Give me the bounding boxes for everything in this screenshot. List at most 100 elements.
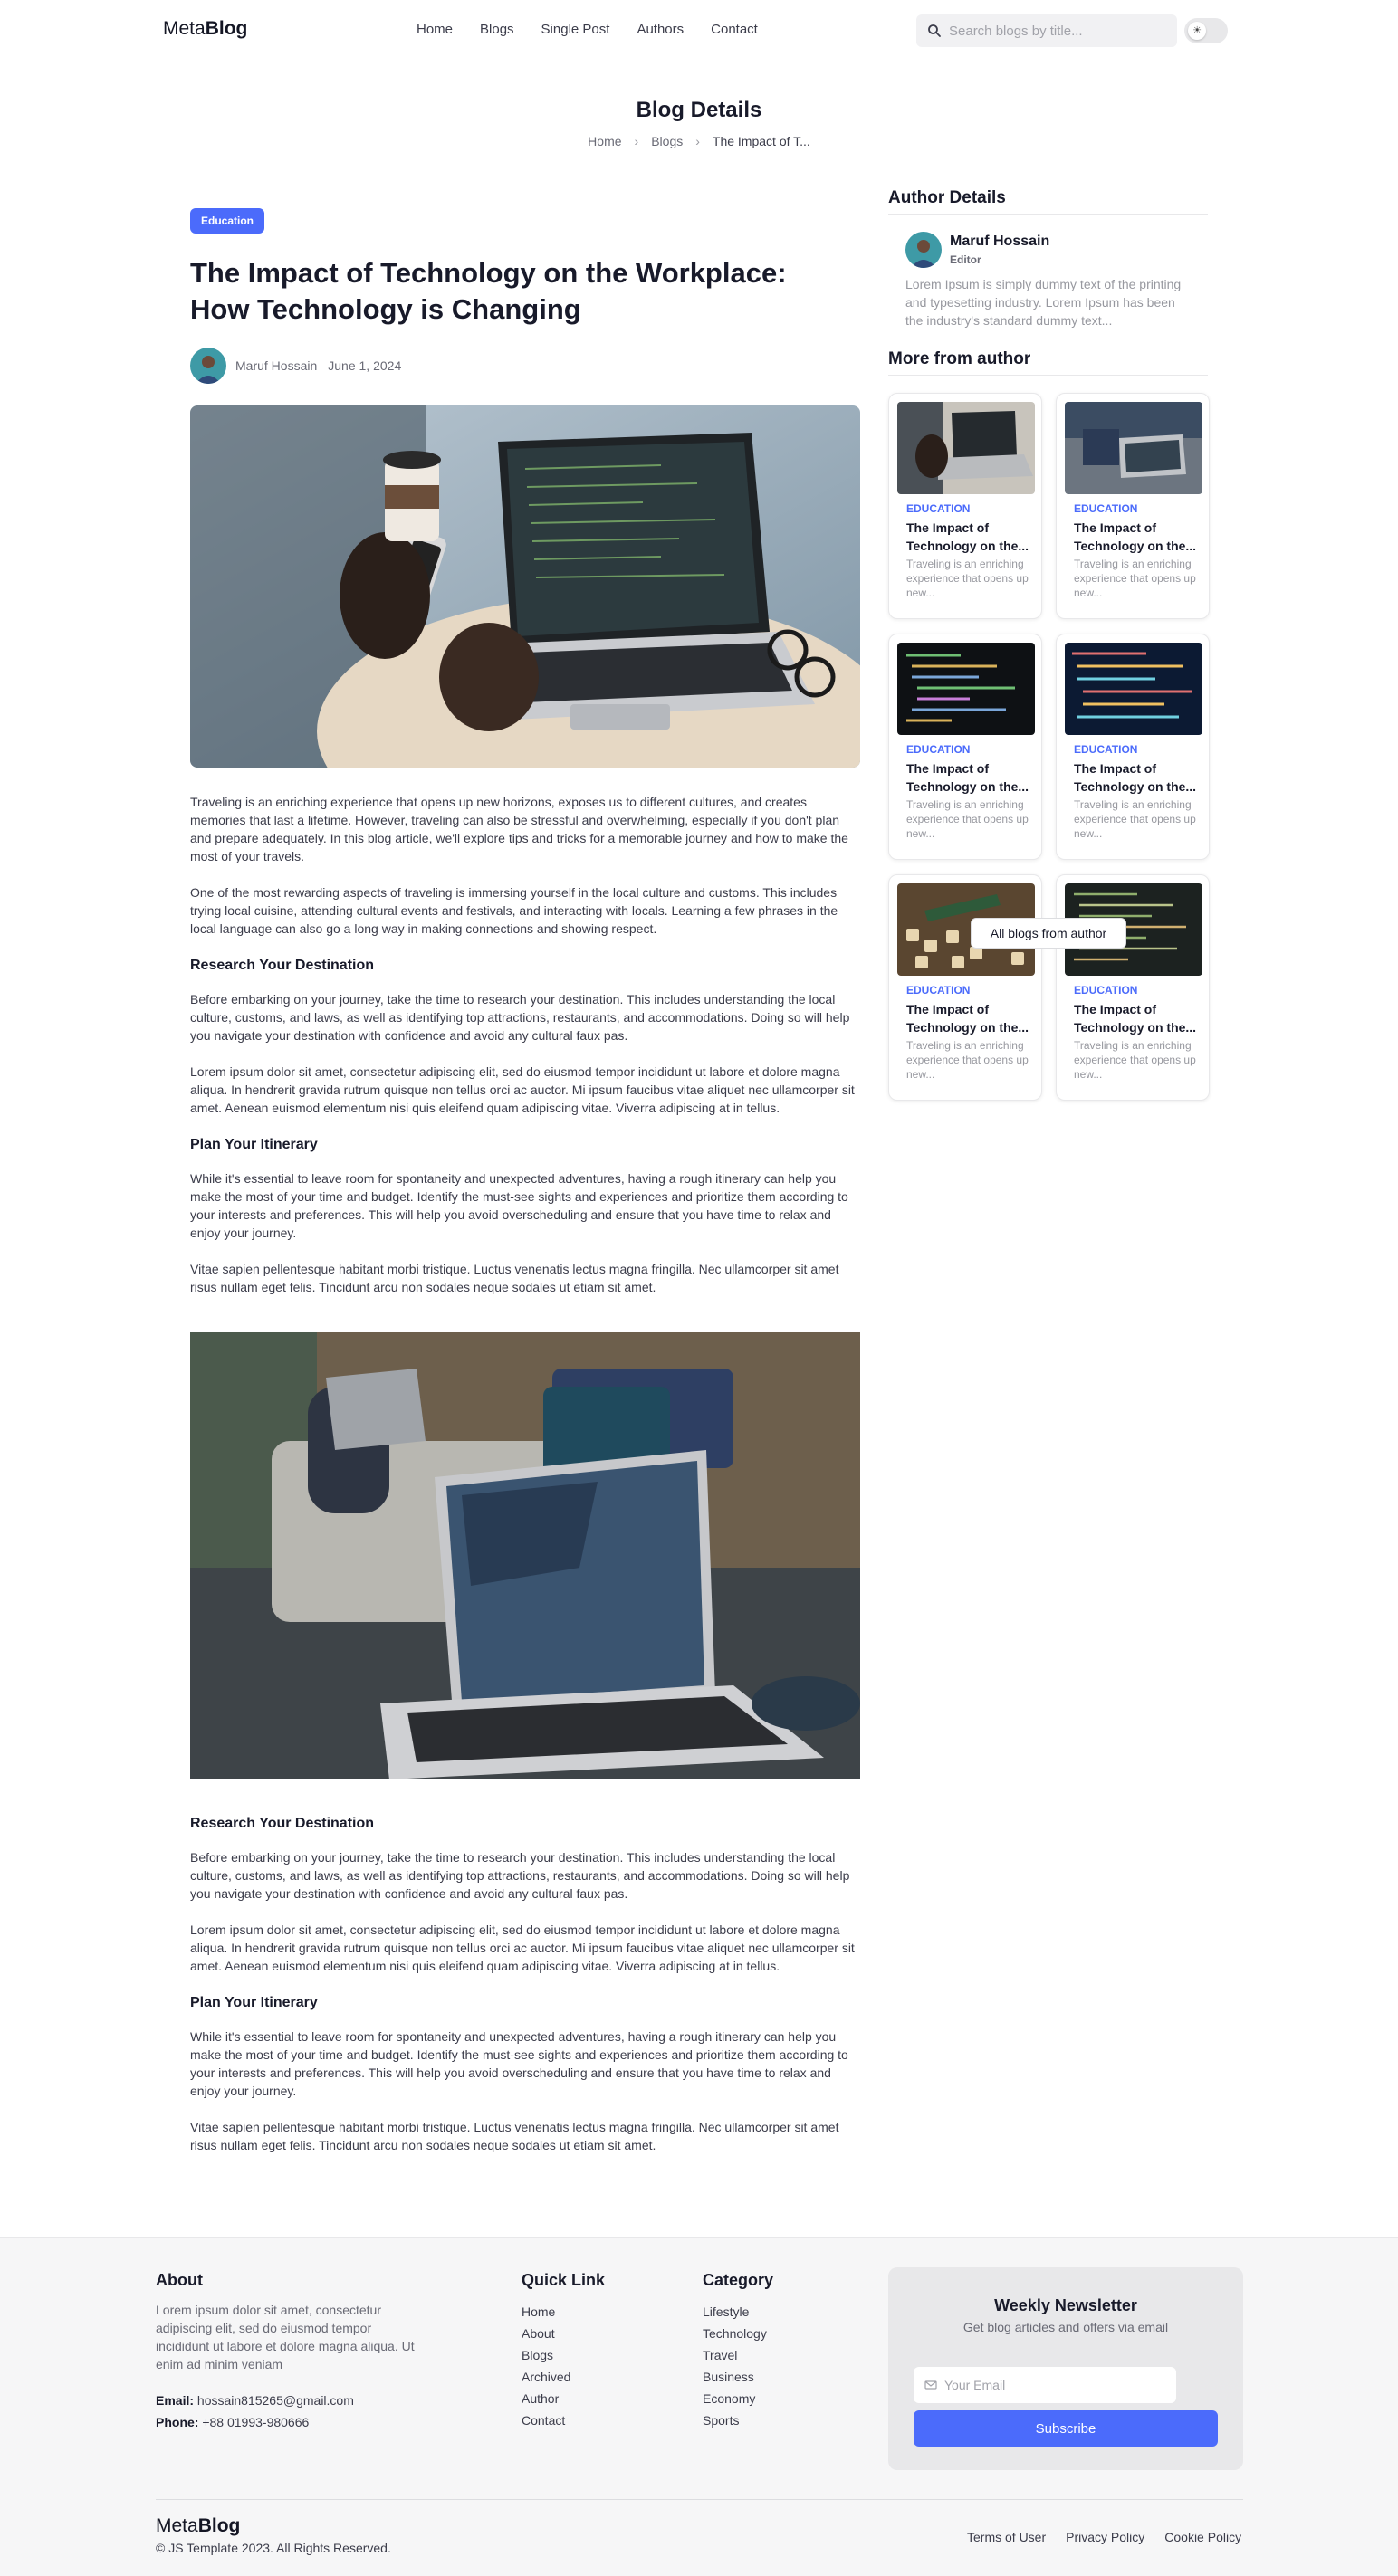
search-box (916, 14, 1177, 47)
breadcrumb-current: The Impact of T... (712, 134, 810, 148)
post-card[interactable]: EDUCATION The Impact of Technology on th… (1056, 393, 1210, 619)
privacy-link[interactable]: Privacy Policy (1066, 2530, 1144, 2544)
post-category[interactable]: EDUCATION (1074, 743, 1137, 756)
footer-category-sports[interactable]: Sports (703, 2409, 773, 2431)
heading-plan-2: Plan Your Itinerary (190, 1995, 318, 2010)
search-input[interactable] (949, 14, 1166, 47)
post-thumbnail (1065, 402, 1202, 494)
breadcrumb: Home › Blogs › The Impact of T... (0, 134, 1398, 148)
terms-link[interactable]: Terms of User (967, 2530, 1046, 2544)
footer: About Lorem ipsum dolor sit amet, consec… (0, 2237, 1398, 2576)
footer-logo[interactable]: MetaBlog (156, 2515, 240, 2537)
post-title[interactable]: The Impact of Technology on the... (906, 759, 1033, 796)
post-category[interactable]: EDUCATION (1074, 502, 1137, 515)
newsletter-subtitle: Get blog articles and offers via email (962, 2320, 1169, 2334)
post-excerpt: Traveling is an enriching experience tha… (906, 558, 1029, 599)
newsletter-title: Weekly Newsletter (994, 2296, 1137, 2314)
nav-links: Home Blogs Single Post Authors Contact (417, 22, 785, 37)
category-badge[interactable]: Education (190, 208, 265, 234)
newsletter-email-box (914, 2367, 1176, 2403)
heading-research-2: Research Your Destination (190, 1816, 375, 1831)
category-heading: Category (703, 2271, 774, 2289)
article: Education The Impact of Technology on th… (190, 208, 860, 2154)
post-card[interactable]: EDUCATION The Impact of Technology on th… (888, 634, 1042, 860)
paragraph-plan-2: While it's essential to leave room for s… (190, 2029, 848, 2098)
article-meta: Maruf Hossain June 1, 2024 (190, 348, 860, 384)
paragraph-lorem: Lorem ipsum dolor sit amet, consectetur … (190, 1064, 855, 1115)
author-avatar[interactable] (190, 348, 226, 384)
post-thumbnail (1065, 643, 1202, 735)
publish-date: June 1, 2024 (328, 358, 402, 373)
quick-link-heading: Quick Link (522, 2271, 606, 2289)
author-bio: Lorem Ipsum is simply dummy text of the … (905, 277, 1182, 328)
sun-icon: ☀ (1188, 22, 1206, 40)
post-title[interactable]: The Impact of Technology on the... (906, 1000, 1033, 1036)
post-card[interactable]: EDUCATION The Impact of Technology on th… (1056, 874, 1210, 1101)
nav-link-home[interactable]: Home (417, 22, 453, 37)
footer-divider (156, 2499, 1243, 2500)
post-title[interactable]: The Impact of Technology on the... (906, 519, 1033, 555)
footer-email[interactable]: hossain815265@gmail.com (197, 2393, 354, 2408)
paragraph-intro: Traveling is an enriching experience tha… (190, 795, 848, 863)
author-name[interactable]: Maruf Hossain (235, 358, 317, 373)
search-icon (928, 24, 941, 37)
footer-link-blogs[interactable]: Blogs (522, 2344, 605, 2366)
newsletter-email-input[interactable] (944, 2367, 1171, 2403)
newsletter-box: Weekly Newsletter Get blog articles and … (888, 2267, 1243, 2470)
footer-link-home[interactable]: Home (522, 2301, 605, 2323)
all-blogs-from-author-button[interactable]: All blogs from author (971, 918, 1126, 949)
footer-category-business[interactable]: Business (703, 2366, 773, 2388)
theme-toggle[interactable]: ☀ (1184, 18, 1228, 43)
phone-label: Phone: (156, 2415, 199, 2429)
footer-about: About Lorem ipsum dolor sit amet, consec… (156, 2271, 427, 2433)
breadcrumb-home[interactable]: Home (588, 134, 621, 148)
paragraph-lorem-2: Lorem ipsum dolor sit amet, consectetur … (190, 1922, 855, 1973)
author-avatar[interactable] (905, 232, 942, 268)
paragraph-research-2: Before embarking on your journey, take t… (190, 1850, 850, 1901)
page-title: Blog Details (636, 98, 762, 122)
legal-links: Terms of User Privacy Policy Cookie Poli… (947, 2530, 1241, 2544)
footer-about-text: Lorem ipsum dolor sit amet, consectetur … (156, 2303, 415, 2371)
nav-link-contact[interactable]: Contact (711, 22, 758, 37)
chevron-right-icon: › (634, 134, 639, 148)
paragraph-research: Before embarking on your journey, take t… (190, 992, 850, 1043)
author-card: Maruf Hossain Editor Lorem Ipsum is simp… (888, 188, 1208, 329)
post-thumbnail (897, 643, 1035, 735)
footer-link-archived[interactable]: Archived (522, 2366, 605, 2388)
footer-category-lifestyle[interactable]: Lifestyle (703, 2301, 773, 2323)
post-category[interactable]: EDUCATION (1074, 984, 1137, 997)
mail-icon (924, 2380, 937, 2390)
post-card[interactable]: EDUCATION The Impact of Technology on th… (888, 874, 1042, 1101)
sidebar: Author Details Maruf Hossain Editor Lore… (888, 188, 1210, 1101)
post-excerpt: Traveling is an enriching experience tha… (906, 1039, 1029, 1081)
post-title[interactable]: The Impact of Technology on the... (1074, 519, 1201, 555)
footer-category-economy[interactable]: Economy (703, 2388, 773, 2409)
site-logo[interactable]: MetaBlog (163, 18, 247, 40)
post-title[interactable]: The Impact of Technology on the... (1074, 1000, 1201, 1036)
nav-link-authors[interactable]: Authors (637, 22, 684, 37)
cookie-link[interactable]: Cookie Policy (1164, 2530, 1241, 2544)
post-card[interactable]: EDUCATION The Impact of Technology on th… (888, 393, 1042, 619)
post-title[interactable]: The Impact of Technology on the... (1074, 759, 1201, 796)
footer-link-contact[interactable]: Contact (522, 2409, 605, 2431)
nav-link-blogs[interactable]: Blogs (480, 22, 514, 37)
author-role: Editor (950, 253, 981, 266)
footer-category-technology[interactable]: Technology (703, 2323, 773, 2344)
footer-link-about[interactable]: About (522, 2323, 605, 2344)
nav-link-single-post[interactable]: Single Post (541, 22, 610, 37)
breadcrumb-blogs[interactable]: Blogs (651, 134, 683, 148)
post-category[interactable]: EDUCATION (906, 502, 970, 515)
post-card[interactable]: EDUCATION The Impact of Technology on th… (1056, 634, 1210, 860)
post-category[interactable]: EDUCATION (906, 743, 970, 756)
footer-category-travel[interactable]: Travel (703, 2344, 773, 2366)
author-name[interactable]: Maruf Hossain (950, 234, 1049, 250)
subscribe-button[interactable]: Subscribe (914, 2410, 1218, 2447)
footer-phone[interactable]: +88 01993-980666 (202, 2415, 309, 2429)
post-category[interactable]: EDUCATION (906, 984, 970, 997)
footer-link-author[interactable]: Author (522, 2388, 605, 2409)
more-from-author-heading: More from author (888, 349, 1208, 376)
heading-research: Research Your Destination (190, 958, 375, 973)
paragraph-plan: While it's essential to leave room for s… (190, 1171, 848, 1240)
hero-image (190, 405, 860, 768)
paragraph-vitae: Vitae sapien pellentesque habitant morbi… (190, 1262, 839, 1294)
